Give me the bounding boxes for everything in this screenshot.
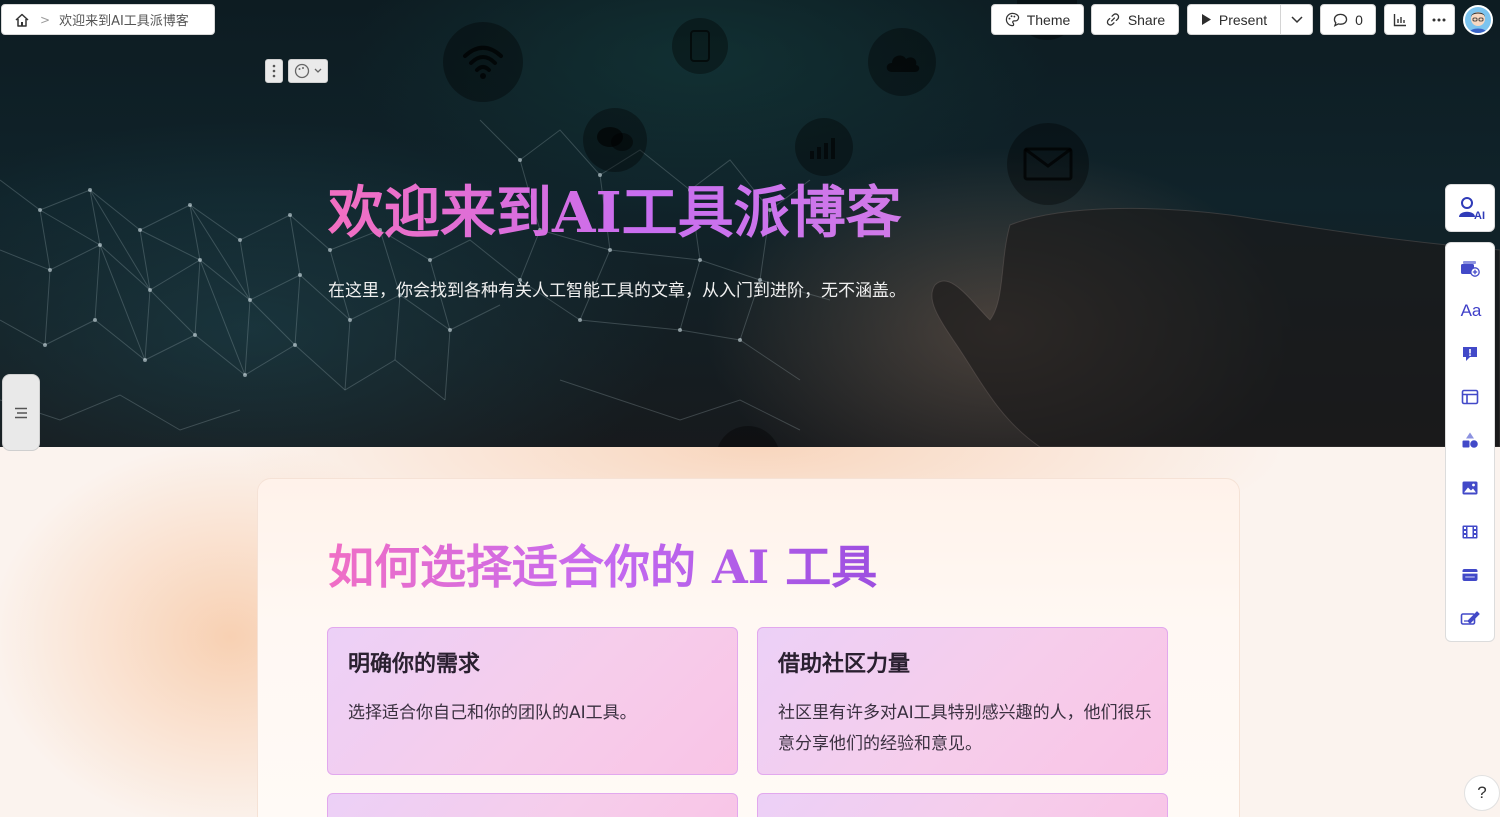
menu-icon <box>15 407 27 418</box>
block-toolbar <box>265 59 328 83</box>
breadcrumb[interactable]: > 欢迎来到AI工具派博客 <box>1 4 215 35</box>
link-icon <box>1106 13 1120 26</box>
chevron-down-icon <box>1290 15 1303 23</box>
feature-card-body: 选择适合你自己和你的团队的AI工具。 <box>348 703 637 723</box>
text-style-icon[interactable]: Aa <box>1459 300 1483 322</box>
ai-label: AI <box>1474 210 1485 222</box>
present-label: Present <box>1218 11 1268 28</box>
help-label: ? <box>1477 783 1487 802</box>
avatar[interactable] <box>1463 5 1493 35</box>
theme-button[interactable]: Theme <box>991 4 1084 35</box>
feature-card-body: 社区里有许多对AI工具特别感兴趣的人，他们很乐意分享他们的经验和意见。 <box>778 703 1152 754</box>
comments-button[interactable]: 0 <box>1320 4 1376 35</box>
shapes-icon[interactable] <box>1459 429 1481 451</box>
share-button[interactable]: Share <box>1091 4 1179 35</box>
chat-icon <box>583 108 647 172</box>
feature-card-title: 借助社区力量 <box>778 652 911 677</box>
analytics-button[interactable] <box>1384 4 1416 35</box>
hero-banner: 欢迎来到AI工具派博客 在这里，你会找到各种有关人工智能工具的文章，从入门到进阶… <box>0 0 1500 447</box>
comment-icon <box>1333 13 1348 27</box>
feature-card[interactable] <box>757 793 1168 817</box>
insert-toolbar: Aa <box>1445 242 1495 642</box>
outline-toggle-button[interactable] <box>2 374 40 451</box>
share-label: Share <box>1127 11 1166 28</box>
video-icon[interactable] <box>1459 521 1481 543</box>
drag-handle-icon[interactable] <box>265 59 283 83</box>
more-icon <box>1432 18 1446 21</box>
embed-icon[interactable] <box>1459 564 1481 586</box>
home-icon[interactable] <box>14 12 30 28</box>
chevron-down-icon <box>314 68 322 73</box>
wifi-icon <box>443 22 523 102</box>
play-icon <box>1201 14 1211 25</box>
chevron-right-icon: > <box>40 12 51 27</box>
feature-card-title: 明确你的需求 <box>348 652 481 677</box>
callout-icon[interactable] <box>1459 343 1481 365</box>
feature-card[interactable]: 借助社区力量 社区里有许多对AI工具特别感兴趣的人，他们很乐意分享他们的经验和意… <box>757 627 1168 775</box>
image-icon[interactable] <box>1459 477 1481 499</box>
present-options-button[interactable] <box>1280 4 1313 35</box>
present-button[interactable]: Present <box>1187 4 1281 35</box>
section-title: 如何选择适合你的 AI 工具 <box>328 531 877 597</box>
palette-icon <box>1005 12 1019 27</box>
analytics-icon <box>1393 13 1406 26</box>
hero-title: 欢迎来到AI工具派博客 <box>328 168 902 249</box>
theme-label: Theme <box>1026 11 1071 28</box>
feature-card[interactable]: 明确你的需求 选择适合你自己和你的团队的AI工具。 <box>327 627 738 775</box>
phone-icon <box>672 18 728 74</box>
hero-subtitle: 在这里，你会找到各种有关人工智能工具的文章，从入门到进阶，无不涵盖。 <box>328 281 906 301</box>
palette-icon <box>294 63 310 79</box>
help-button[interactable]: ? <box>1464 775 1500 811</box>
mail-icon <box>1007 123 1089 205</box>
layout-icon[interactable] <box>1459 386 1481 408</box>
breadcrumb-page-title[interactable]: 欢迎来到AI工具派博客 <box>59 10 189 29</box>
text-style-label: Aa <box>1460 301 1482 320</box>
feature-card[interactable] <box>327 793 738 817</box>
add-card-icon[interactable] <box>1459 257 1481 279</box>
more-options-button[interactable] <box>1423 4 1455 35</box>
block-style-button[interactable] <box>288 59 328 83</box>
comments-count: 0 <box>1355 11 1363 28</box>
form-edit-icon[interactable] <box>1459 607 1481 629</box>
ai-assistant-button[interactable]: AI <box>1445 184 1495 232</box>
cloud-icon <box>868 28 936 96</box>
